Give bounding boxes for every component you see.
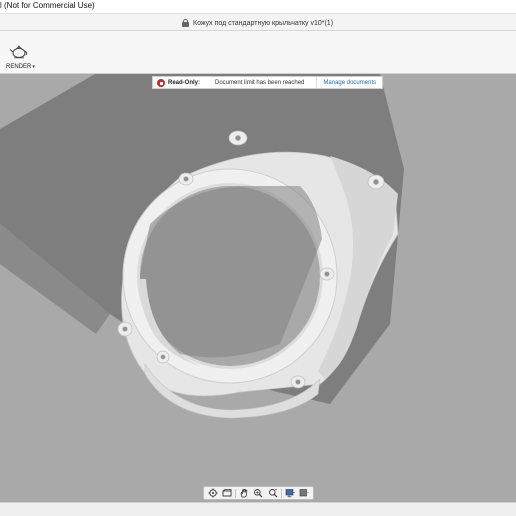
- document-tab[interactable]: Кожух под стандартную крыльчатку v10*(1): [182, 18, 333, 28]
- pan-hand-icon[interactable]: [238, 488, 250, 498]
- document-tab-row: Кожух под стандартную крыльчатку v10*(1): [0, 14, 516, 31]
- read-only-message: Document limit has been reached: [215, 79, 305, 86]
- canvas-viewport[interactable]: Read-Only: Document limit has been reach…: [0, 74, 516, 502]
- display-settings-icon[interactable]: [284, 488, 296, 498]
- orbit-icon[interactable]: [207, 488, 219, 498]
- render-workspace-button[interactable]: RENDER ▾: [6, 64, 35, 70]
- manage-documents-link[interactable]: Manage documents: [316, 77, 382, 88]
- read-only-banner: Read-Only: Document limit has been reach…: [152, 76, 384, 89]
- look-at-icon[interactable]: [221, 488, 233, 498]
- document-title: Кожух под стандартную крыльчатку v10*(1): [193, 19, 334, 27]
- zoom-icon[interactable]: [267, 488, 279, 498]
- window-title-bar: l (Not for Commercial Use): [0, 0, 516, 14]
- model-scene: [0, 74, 404, 419]
- grid-settings-icon[interactable]: [298, 488, 310, 498]
- render-label: RENDER: [6, 64, 32, 70]
- toolbar: RENDER ▾: [0, 31, 516, 74]
- bottom-status-bar: [0, 502, 516, 516]
- nav-separator: [235, 488, 237, 498]
- nav-separator: [280, 488, 282, 498]
- navigation-bar: [203, 486, 314, 500]
- zoom-fit-icon[interactable]: [252, 488, 264, 498]
- read-only-status: Read-Only:: [153, 77, 205, 88]
- window-title: l (Not for Commercial Use): [0, 1, 95, 10]
- read-only-label: Read-Only:: [168, 79, 201, 86]
- teapot-render-icon[interactable]: [9, 43, 29, 59]
- warning-lock-icon: [157, 78, 165, 87]
- lock-icon: [182, 19, 189, 27]
- caret-down-icon: ▾: [32, 64, 35, 70]
